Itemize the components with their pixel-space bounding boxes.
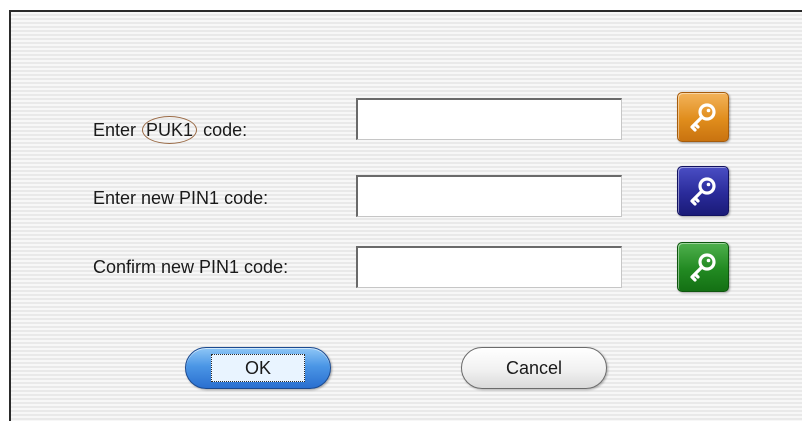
confirm-pin-code-input[interactable] bbox=[356, 246, 622, 288]
puk-label-suffix: code: bbox=[198, 120, 248, 140]
new-pin-code-label: Enter new PIN1 code: bbox=[93, 188, 269, 208]
ok-button[interactable]: OK bbox=[185, 347, 331, 389]
new-pin-key-button[interactable] bbox=[677, 166, 729, 216]
cancel-button[interactable]: Cancel bbox=[461, 347, 607, 389]
ok-button-label: OK bbox=[244, 357, 271, 378]
pin-change-dialog: Enter PUK1 code: Enter new PIN1 code: Co… bbox=[9, 10, 802, 421]
puk-label-prefix: Enter bbox=[93, 120, 142, 140]
key-icon bbox=[686, 174, 720, 208]
puk-code-input[interactable] bbox=[356, 98, 622, 140]
cancel-button-label: Cancel bbox=[505, 357, 563, 378]
ok-button-focus-rect: OK bbox=[211, 354, 305, 382]
new-pin-code-input[interactable] bbox=[356, 175, 622, 217]
puk-key-button[interactable] bbox=[677, 92, 729, 142]
key-icon bbox=[686, 250, 720, 284]
key-icon bbox=[686, 100, 720, 134]
confirm-pin-code-label: Confirm new PIN1 code: bbox=[93, 257, 289, 277]
puk-code-label: Enter PUK1 code: bbox=[93, 116, 247, 144]
confirm-pin-key-button[interactable] bbox=[677, 242, 729, 292]
puk1-highlight-circle: PUK1 bbox=[142, 116, 198, 144]
